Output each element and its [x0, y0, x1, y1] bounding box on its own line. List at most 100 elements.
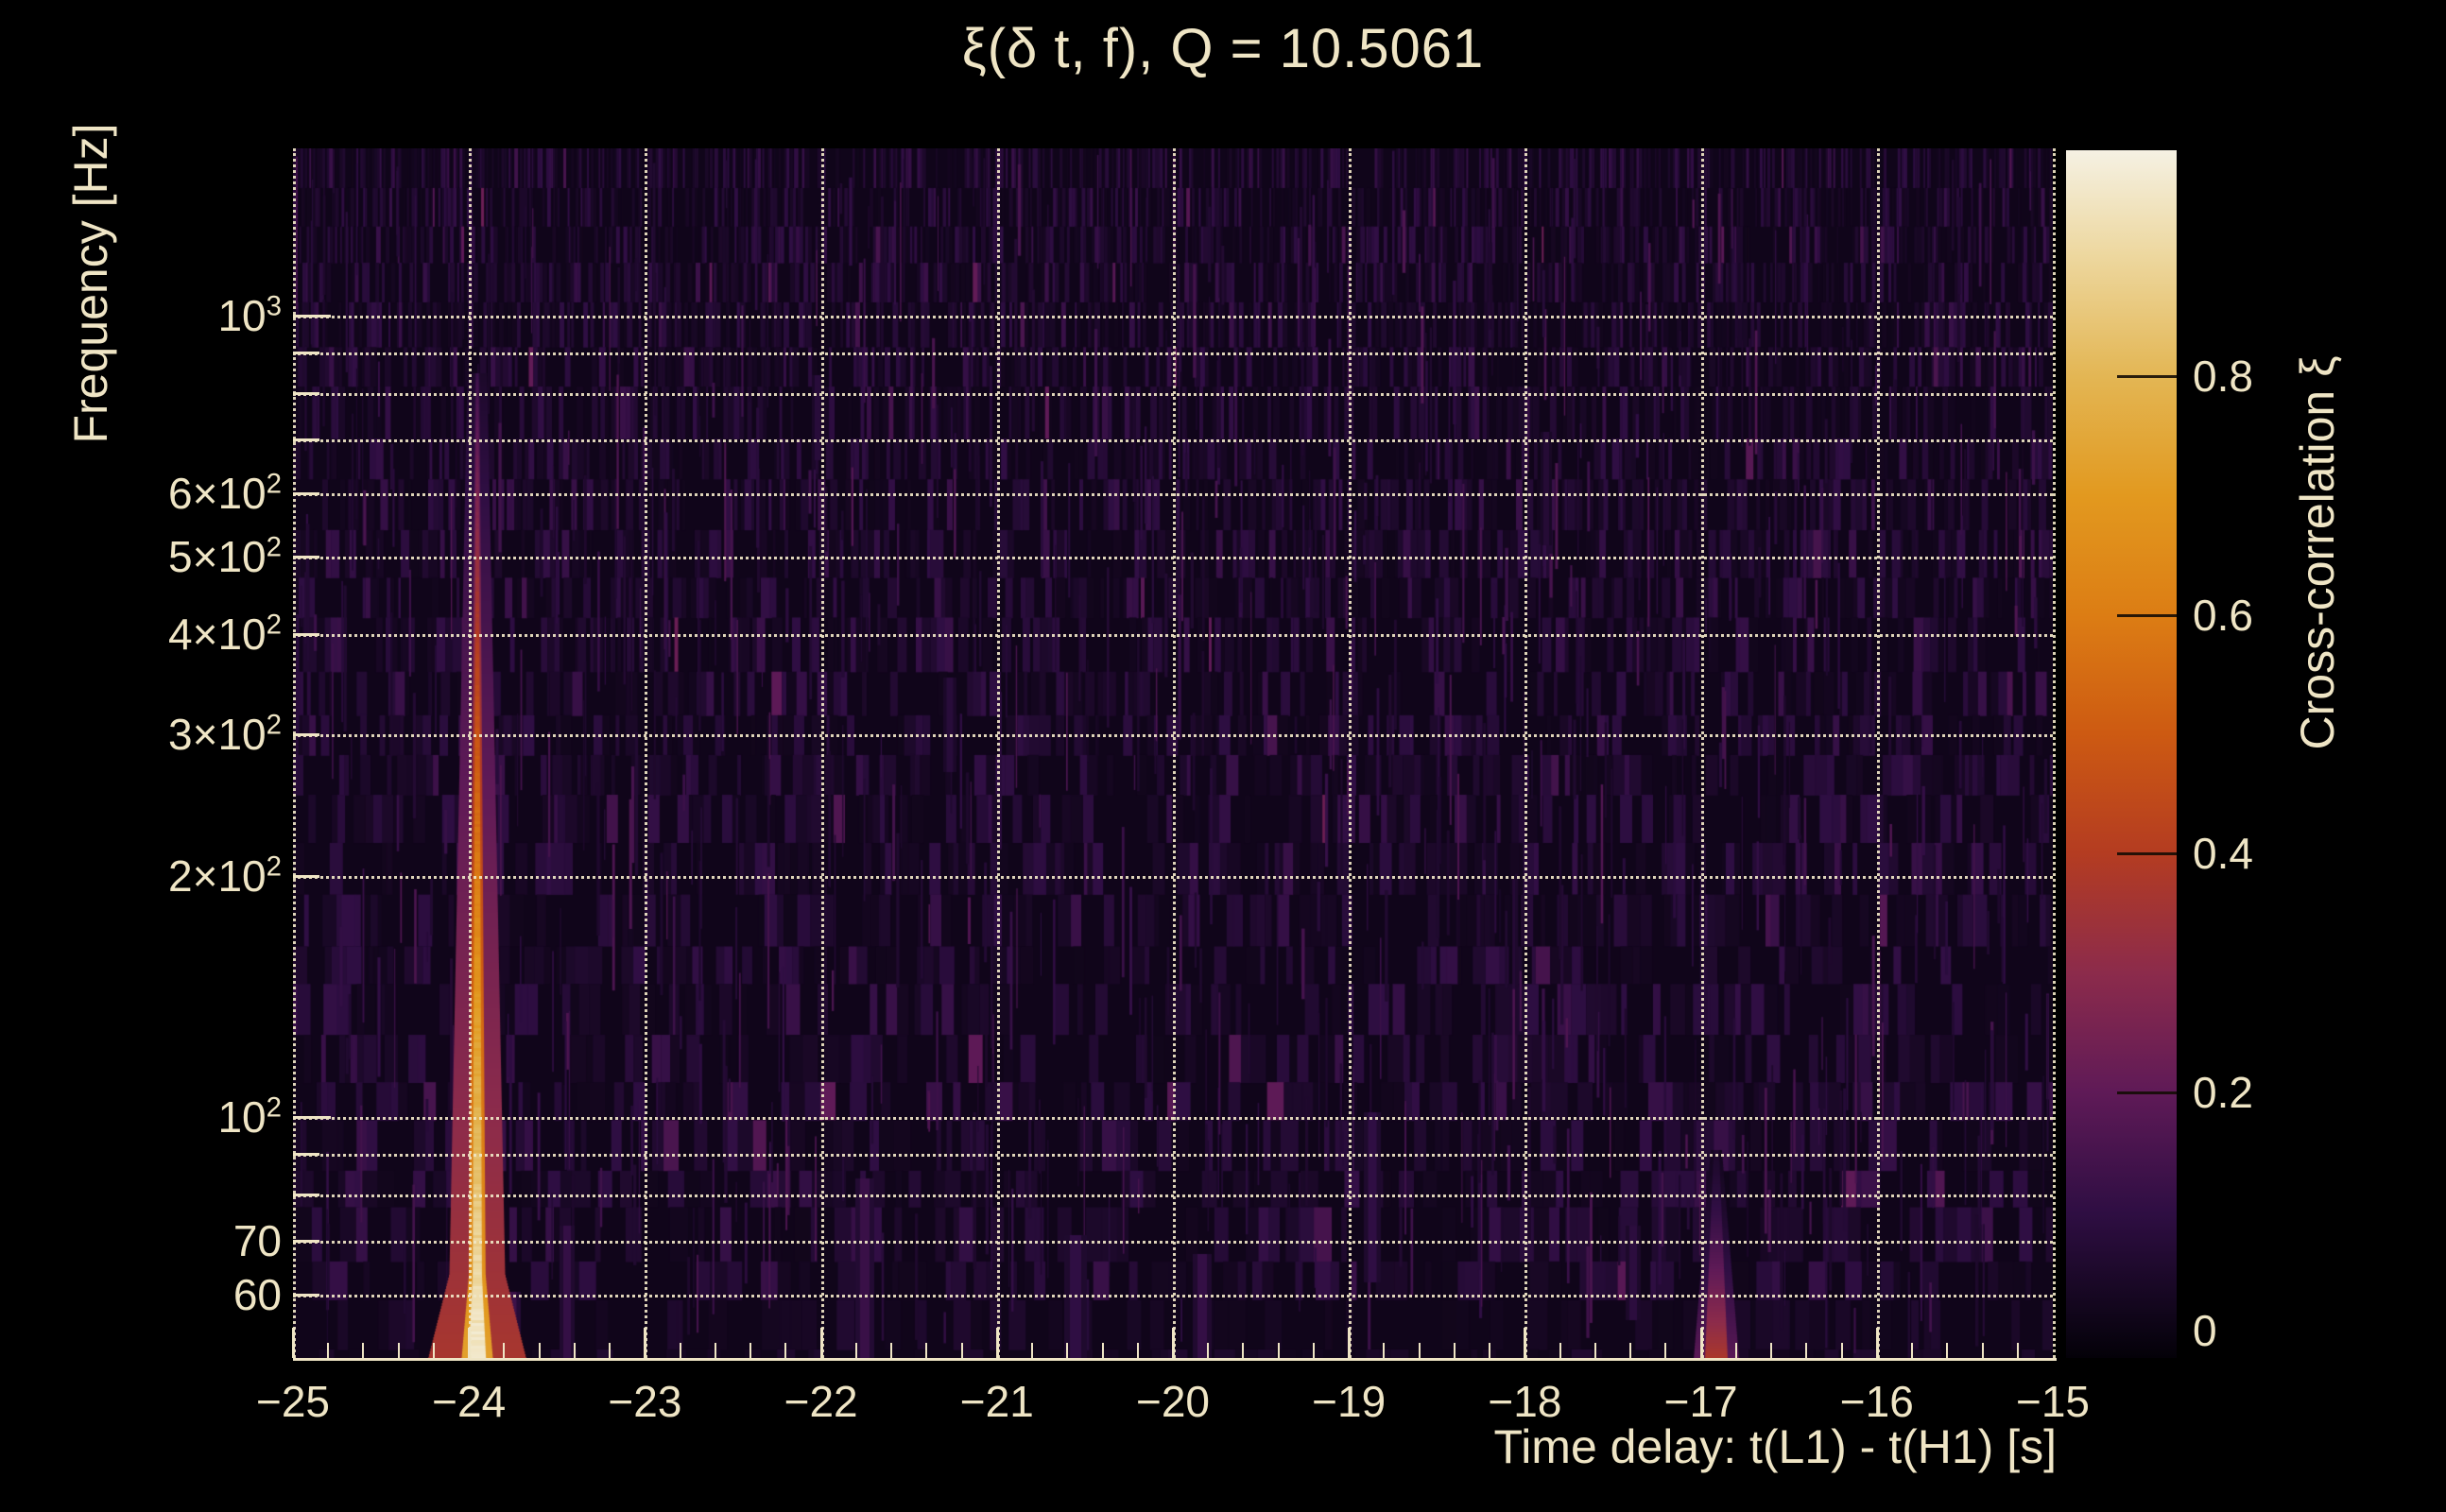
x-gridline — [293, 148, 296, 1358]
x-major-tick — [644, 1328, 647, 1358]
x-minor-tick — [2016, 1343, 2019, 1358]
colorbar-label: Cross-correlation ξ — [2291, 355, 2344, 750]
x-major-tick — [468, 1328, 472, 1358]
x-minor-tick — [1664, 1343, 1667, 1358]
x-gridline — [645, 148, 648, 1358]
x-minor-tick — [890, 1343, 893, 1358]
x-axis-label: Time delay: t(L1) - t(H1) [s] — [1493, 1420, 2057, 1473]
y-minor-tick — [293, 438, 319, 442]
y-tick-label: 5×102 — [168, 531, 282, 582]
y-minor-tick — [293, 1194, 319, 1197]
y-tick-label: 6×102 — [168, 468, 282, 519]
x-minor-tick — [1734, 1343, 1737, 1358]
y-tick-label: 4×102 — [168, 610, 282, 660]
y-minor-tick — [293, 1294, 319, 1297]
x-minor-tick — [397, 1343, 400, 1358]
x-minor-tick — [1629, 1343, 1632, 1358]
colorbar-tick-label: 0.2 — [2193, 1067, 2253, 1117]
x-tick-label: −24 — [432, 1377, 507, 1426]
x-minor-tick — [1031, 1343, 1034, 1358]
x-gridline — [820, 148, 824, 1358]
x-gridline — [996, 148, 1000, 1358]
colorbar-tick-label: 0.8 — [2193, 352, 2253, 401]
x-minor-tick — [749, 1343, 752, 1358]
x-major-tick — [1699, 1328, 1703, 1358]
x-tick-label: −22 — [784, 1377, 858, 1426]
y-gridline — [293, 1153, 2053, 1157]
x-major-tick — [995, 1328, 999, 1358]
x-gridline — [1524, 148, 1528, 1358]
y-tick-label: 70 — [233, 1216, 282, 1266]
x-minor-tick — [1207, 1343, 1210, 1358]
x-minor-tick — [362, 1343, 365, 1358]
x-tick-label: −23 — [608, 1377, 682, 1426]
y-minor-tick — [293, 733, 319, 737]
y-minor-tick — [293, 1240, 319, 1244]
y-tick-label: 102 — [217, 1091, 282, 1142]
x-minor-tick — [1946, 1343, 1949, 1358]
y-minor-tick — [293, 1152, 319, 1156]
x-tick-label: −25 — [255, 1377, 331, 1426]
y-gridline — [293, 1295, 2053, 1298]
colorbar-tick — [2117, 613, 2177, 617]
x-minor-tick — [679, 1343, 681, 1358]
colorbar — [2066, 150, 2177, 1358]
x-minor-tick — [1981, 1343, 1984, 1358]
x-minor-tick — [1489, 1343, 1491, 1358]
colorbar-tick-label: 0.6 — [2193, 590, 2253, 640]
y-gridline — [293, 1241, 2053, 1245]
x-major-tick — [1348, 1328, 1352, 1358]
x-major-tick — [819, 1328, 823, 1358]
y-gridline — [293, 352, 2053, 355]
y-minor-tick — [293, 492, 319, 496]
y-gridline — [293, 316, 2053, 318]
y-minor-tick — [293, 351, 319, 354]
figure: ξ(δ t, f), Q = 10.5061 −25 −24 −23 −22 −21 −2… — [0, 0, 2446, 1512]
x-minor-tick — [1418, 1343, 1421, 1358]
plot-title: ξ(δ t, f), Q = 10.5061 — [961, 18, 1485, 79]
colorbar-tick — [2117, 375, 2177, 378]
colorbar-tick — [2117, 1091, 2177, 1094]
x-minor-tick — [1383, 1343, 1386, 1358]
x-minor-tick — [1453, 1343, 1456, 1358]
colorbar-tick — [2117, 852, 2177, 855]
x-gridline — [1173, 148, 1176, 1358]
y-tick-label: 60 — [233, 1270, 282, 1320]
x-minor-tick — [1242, 1343, 1245, 1358]
x-minor-tick — [1559, 1343, 1561, 1358]
x-axis-line — [293, 1358, 2057, 1361]
x-minor-tick — [1911, 1343, 1914, 1358]
x-minor-tick — [1101, 1343, 1104, 1358]
y-tick-label: 3×102 — [168, 710, 282, 760]
y-minor-tick — [293, 874, 319, 878]
y-gridline — [293, 557, 2053, 560]
y-axis-label: Frequency [Hz] — [64, 123, 117, 444]
y-gridline — [293, 634, 2053, 638]
y-gridline — [293, 1117, 2053, 1120]
y-tick-label: 2×102 — [168, 850, 282, 901]
x-minor-tick — [1312, 1343, 1315, 1358]
x-gridline — [2053, 148, 2056, 1358]
x-gridline — [469, 148, 473, 1358]
x-minor-tick — [714, 1343, 716, 1358]
y-gridline — [293, 734, 2053, 738]
x-major-tick — [1875, 1328, 1879, 1358]
x-minor-tick — [1770, 1343, 1773, 1358]
x-minor-tick — [573, 1343, 576, 1358]
x-gridline — [1700, 148, 1704, 1358]
x-major-tick — [1524, 1328, 1527, 1358]
y-minor-tick — [293, 392, 319, 396]
x-minor-tick — [538, 1343, 541, 1358]
y-major-tick — [293, 315, 331, 318]
y-minor-tick — [293, 556, 319, 559]
y-minor-tick — [293, 633, 319, 637]
y-major-tick — [293, 1116, 331, 1119]
x-minor-tick — [432, 1343, 435, 1358]
x-minor-tick — [1593, 1343, 1596, 1358]
x-minor-tick — [1277, 1343, 1280, 1358]
x-minor-tick — [960, 1343, 963, 1358]
x-gridline — [1876, 148, 1880, 1358]
x-major-tick — [292, 1328, 295, 1358]
x-minor-tick — [925, 1343, 928, 1358]
x-minor-tick — [1066, 1343, 1069, 1358]
